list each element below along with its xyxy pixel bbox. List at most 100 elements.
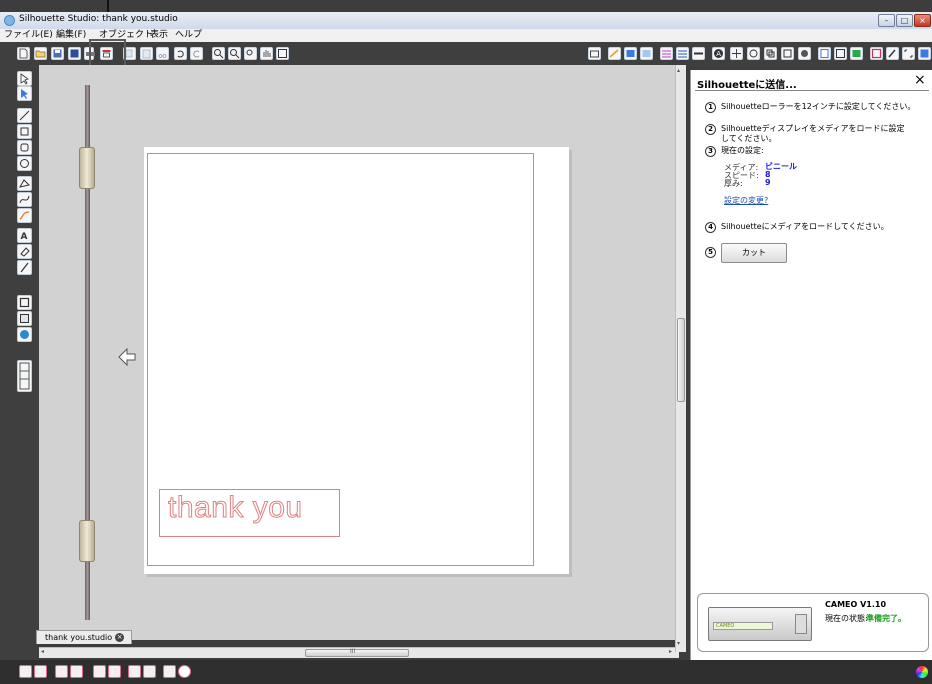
document-tab-label: thank you.studio [45,633,113,642]
horizontal-scroll-thumb[interactable]: III [305,648,409,657]
feed-direction-arrow-icon [117,347,137,367]
tab-close-icon[interactable]: × [115,633,125,642]
fill-color-icon[interactable] [624,47,637,60]
horizontal-scrollbar[interactable]: ◂ III ▸ [39,647,679,658]
rectangle-icon[interactable] [17,124,32,139]
bring-forward-icon[interactable] [128,665,141,678]
scroll-up-arrow-icon[interactable]: ▴ [677,67,680,75]
ellipse-icon[interactable] [17,156,32,171]
color-wheel-icon[interactable] [178,665,191,678]
panel-divider [695,90,929,91]
transform-icon[interactable] [730,47,743,60]
gradient-icon[interactable] [640,47,653,60]
menu-edit[interactable]: 編集(F) [56,29,86,42]
polygon-icon[interactable] [17,176,32,191]
weld-icon[interactable] [93,665,106,678]
app-icon [4,15,15,26]
text-icon[interactable]: A [17,228,32,243]
window-title: Silhouette Studio: thank you.studio [19,14,178,24]
modify-icon[interactable] [764,47,777,60]
page-setup-icon[interactable] [818,47,831,60]
curve-icon[interactable] [17,192,32,207]
show-library-icon[interactable] [17,295,32,310]
minimize-button[interactable]: – [878,14,895,27]
undo-icon[interactable] [174,47,187,60]
cutter-roller-guide [79,85,95,620]
silhouette-connect-icon[interactable] [17,327,32,342]
roller-clamp-bottom [79,520,95,562]
lock-icon[interactable] [163,665,176,678]
save-icon[interactable] [51,47,64,60]
color-palette-icon[interactable] [916,666,928,678]
library-icon[interactable] [870,47,883,60]
main-toolbar: A [0,42,932,65]
step-text-3: 現在の設定: [721,146,764,155]
store-icon[interactable] [918,47,931,60]
scroll-left-arrow-icon[interactable]: ◂ [41,648,44,656]
redo-icon[interactable] [190,47,203,60]
left-tool-strip: A [0,65,39,660]
scroll-right-arrow-icon[interactable]: ▸ [669,648,672,656]
menu-file[interactable]: ファイル(E) [4,29,53,42]
svg-text:A: A [716,50,721,58]
line-color-icon[interactable] [676,47,689,60]
change-settings-link[interactable]: 設定の変更? [724,195,768,206]
menu-help[interactable]: ヘルプ [175,29,202,42]
cut-icon[interactable] [156,47,169,60]
vertical-scrollbar[interactable]: ▴ ▾ [675,65,686,652]
show-store-icon[interactable] [17,311,32,326]
send-backward-icon[interactable] [143,665,156,678]
menu-bar: ファイル(E) 編集(F) オブジェクト 表示 ヘルプ [0,29,932,42]
save-to-library-icon[interactable] [68,47,81,60]
scroll-grip: III [350,648,356,655]
line-weight-icon[interactable] [692,47,705,60]
make-compound-icon[interactable] [55,665,68,678]
send-to-silhouette-icon[interactable] [588,47,601,60]
cutter-device-image: CAMEO [708,607,812,641]
open-folder-icon[interactable] [34,47,47,60]
title-bar: Silhouette Studio: thank you.studio – □ … [0,12,932,29]
document-tab[interactable]: thank you.studio × [36,630,132,644]
line-icon[interactable] [17,108,32,123]
knife-icon[interactable] [17,260,32,275]
group-icon[interactable] [19,665,32,678]
select-icon[interactable] [17,71,32,86]
edit-points-icon[interactable] [17,86,32,101]
offset-icon[interactable] [781,47,794,60]
cut-button[interactable]: カット [721,243,787,263]
pan-icon[interactable] [260,47,273,60]
send-to-silhouette-panel: Silhouetteに送信... × 1 Silhouetteローラーを12イン… [690,70,932,660]
release-compound-icon[interactable] [70,665,83,678]
trace-icon[interactable] [798,47,811,60]
delete-icon[interactable] [108,665,121,678]
fit-page-icon[interactable] [276,47,289,60]
menu-view[interactable]: 表示 [150,29,168,42]
eraser-icon[interactable] [17,244,32,259]
replicate-icon[interactable] [747,47,760,60]
zoom-select-icon[interactable] [244,47,257,60]
step-number-2: 2 [705,124,716,135]
line-style-icon[interactable] [608,47,621,60]
panel-close-icon[interactable]: × [914,73,926,87]
step-number-1: 1 [705,102,716,113]
scroll-down-arrow-icon[interactable]: ▾ [677,640,680,648]
grid-panel-icon[interactable] [17,360,32,392]
maximize-button[interactable]: □ [896,14,913,27]
freehand-icon[interactable] [17,208,32,223]
fill-pattern-icon[interactable] [660,47,673,60]
new-document-icon[interactable] [17,47,30,60]
sketch-icon[interactable] [886,47,899,60]
cut-settings-panel-icon[interactable] [850,47,863,60]
text-style-icon[interactable]: A [712,47,725,60]
device-status-value: 準備完了。 [866,614,906,623]
close-button[interactable]: × [914,14,931,27]
vertical-scroll-thumb[interactable] [677,318,685,402]
ungroup-icon[interactable] [34,665,47,678]
registration-marks-icon[interactable] [834,47,847,60]
zoom-in-icon[interactable] [212,47,225,60]
design-text-object[interactable]: thank you [168,491,303,525]
paste-icon[interactable] [140,47,153,60]
rounded-rectangle-icon[interactable] [17,140,32,155]
grid-icon[interactable] [902,47,915,60]
zoom-out-icon[interactable] [228,47,241,60]
